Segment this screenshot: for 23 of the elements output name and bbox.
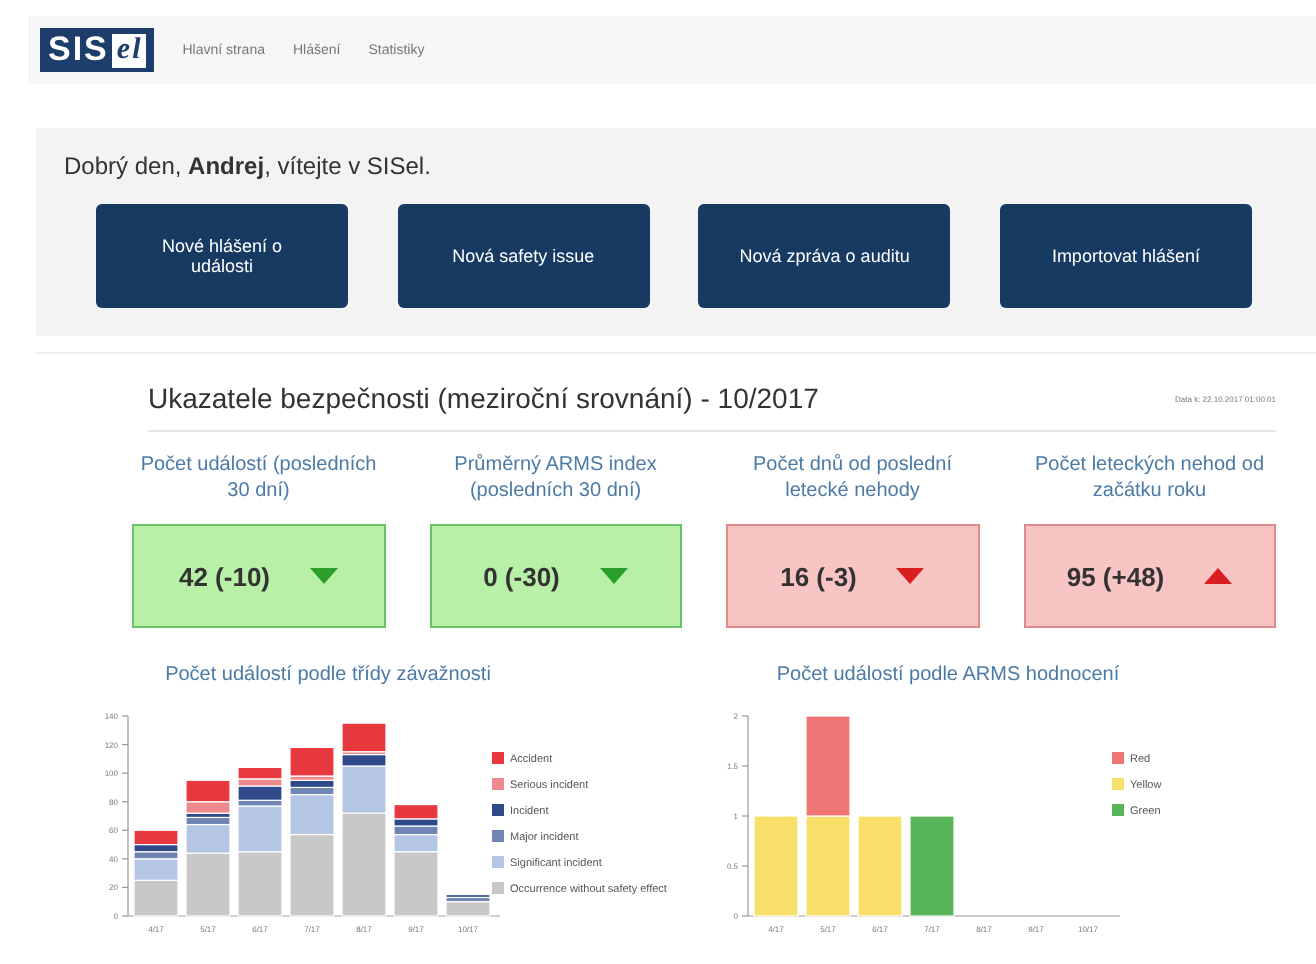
dashboard-title: Ukazatele bezpečnosti (meziroční srovnání) - 10/2017 [148,382,819,414]
action-button[interactable]: Nové hlášení o události [96,204,348,308]
chart-title: Počet událostí podle ARMS hodnocení [776,664,1120,686]
bar [237,851,283,917]
bar [753,815,799,917]
bar [805,715,851,817]
greeting-text: Dobrý den, Andrej, vítejte v SISel. [64,152,433,180]
kpi-tile: 0 (-30) [429,524,682,628]
kpi-label: Počet leteckých nehod od začátku roku [1032,452,1267,506]
kpi-label: Počet událostí (posledních 30 dní) [138,452,379,506]
bar [857,815,903,917]
bar [909,815,955,917]
action-button[interactable]: Nová safety issue [397,204,650,308]
kpi-tile: 16 (-3) [726,524,979,628]
bar [805,815,851,917]
action-button[interactable]: Nová zpráva o auditu [698,204,951,308]
kpi-label: Počet dnů od poslední letecké nehody [750,452,955,506]
action-button[interactable]: Importovat hlášení [999,204,1252,308]
kpi-tile: 95 (+48) [1023,524,1276,628]
logo[interactable]: SIS el [40,28,155,72]
chart-title: Počet událostí podle třídy závažnosti [165,664,491,686]
kpi-label: Průměrný ARMS index (posledních 30 dní) [452,452,659,506]
kpi-tile: 42 (-10) [132,524,385,628]
